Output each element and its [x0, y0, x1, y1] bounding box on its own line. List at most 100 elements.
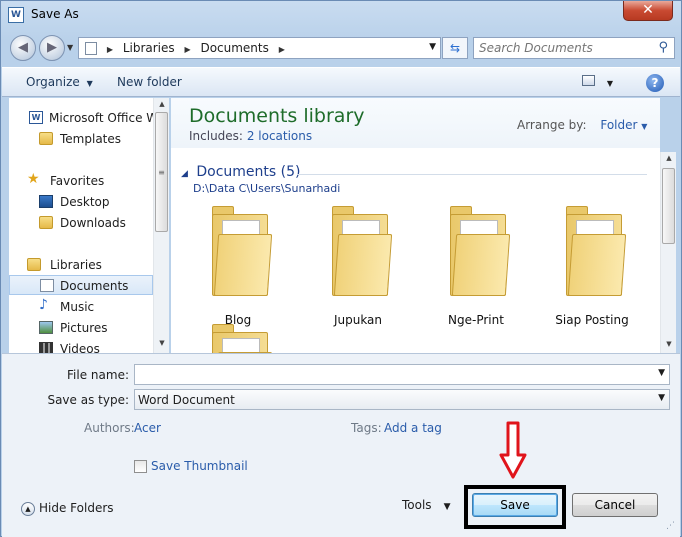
chevron-down-icon: ▼	[86, 79, 93, 88]
scroll-down-icon[interactable]: ▼	[154, 339, 170, 347]
nav-item-favorites[interactable]: ★ Favorites	[9, 171, 153, 191]
locations-link[interactable]: 2 locations	[247, 129, 312, 143]
file-name-field[interactable]: ▼	[134, 364, 670, 385]
chevron-down-icon: ▼	[443, 502, 451, 512]
folder-nge-print[interactable]: Nge-Print	[426, 206, 526, 327]
nav-item-libraries[interactable]: Libraries	[9, 255, 153, 275]
folder-icon	[212, 324, 273, 353]
content-scroll-thumb[interactable]	[662, 168, 675, 244]
star-icon: ★	[27, 171, 40, 187]
collapse-icon[interactable]: ◢	[181, 169, 188, 179]
search-input[interactable]	[477, 40, 647, 56]
folder-jupukan[interactable]: Jupukan	[308, 206, 408, 327]
folder-icon	[39, 132, 53, 145]
group-path: D:\Data C\Users\Sunarhadi	[193, 182, 341, 195]
view-icon	[582, 75, 595, 86]
save-type-select[interactable]: Word Document ▼	[134, 389, 670, 410]
arrange-label: Arrange by:	[517, 118, 587, 132]
nav-item-label: Templates	[60, 132, 122, 146]
hide-folders-button[interactable]: ▲ Hide Folders	[21, 501, 114, 516]
chevron-down-icon[interactable]: ▼	[658, 368, 665, 378]
save-type-label: Save as type:	[47, 393, 129, 407]
new-folder-button[interactable]: New folder	[117, 75, 182, 89]
file-list-pane: Documents library Includes: 2 locations …	[171, 98, 660, 353]
folder-icon	[85, 42, 97, 55]
close-button[interactable]: ✕	[623, 1, 673, 21]
arrange-by-dropdown[interactable]: Folder ▼	[600, 118, 647, 132]
nav-item-videos[interactable]: Videos	[9, 339, 153, 353]
title-bar: W Save As ✕	[1, 1, 681, 29]
refresh-button[interactable]: ⇆	[442, 37, 468, 59]
group-header[interactable]: ◢ Documents (5)	[181, 164, 300, 180]
address-dropdown-icon[interactable]: ▼	[429, 42, 436, 52]
file-name-input[interactable]	[137, 367, 618, 382]
tools-menu[interactable]: Tools ▼	[402, 498, 450, 512]
folder-icon	[450, 206, 511, 296]
documents-icon	[40, 279, 54, 292]
chevron-down-icon[interactable]: ▼	[658, 393, 665, 403]
save-thumbnail-label[interactable]: Save Thumbnail	[151, 459, 248, 473]
save-thumbnail-checkbox[interactable]	[134, 460, 147, 473]
window-title: Save As	[31, 7, 79, 21]
folder-siap-posting[interactable]: Siap Posting	[542, 206, 642, 327]
downloads-folder-icon	[39, 216, 53, 229]
nav-item-music[interactable]: ♪ Music	[9, 297, 153, 317]
folder-blog[interactable]: Blog	[188, 206, 288, 327]
chevron-up-icon: ▲	[21, 501, 35, 516]
folder-name: Jupukan	[333, 313, 383, 327]
authors-label: Authors:	[84, 421, 135, 435]
chevron-down-icon[interactable]: ▼	[607, 79, 613, 88]
search-box[interactable]: ⚲	[473, 37, 675, 59]
word-app-icon: W	[8, 7, 24, 23]
save-type-value: Word Document	[138, 393, 235, 407]
nav-item-label: Favorites	[50, 174, 105, 188]
arrange-value: Folder	[600, 118, 638, 132]
nav-item-templates[interactable]: Templates	[9, 129, 153, 149]
nav-item-pictures[interactable]: Pictures	[9, 318, 153, 338]
change-view-button[interactable]: ▼	[582, 75, 616, 91]
library-title: Documents library	[189, 105, 365, 127]
navigation-pane: W Microsoft Office Wo Templates ★ Favori…	[9, 98, 169, 353]
nav-item-office-templates[interactable]: W Microsoft Office Wo	[9, 108, 165, 128]
nav-item-label: Libraries	[50, 258, 102, 272]
chevron-right-icon[interactable]: ▶	[279, 45, 285, 54]
authors-value[interactable]: Acer	[134, 421, 161, 435]
forward-button[interactable]: ▶	[39, 35, 65, 61]
content-scrollbar[interactable]: ▲ ▼	[660, 152, 676, 353]
nav-item-documents[interactable]: Documents	[9, 275, 153, 295]
group-header-label: Documents (5)	[196, 164, 301, 180]
nav-item-label: Documents	[60, 279, 129, 293]
nav-scroll-thumb[interactable]: ≡	[155, 112, 168, 232]
scroll-up-icon[interactable]: ▲	[154, 100, 170, 108]
chevron-right-icon[interactable]: ▶	[107, 45, 113, 54]
chevron-right-icon[interactable]: ▶	[184, 45, 190, 54]
scroll-down-icon[interactable]: ▼	[661, 340, 677, 348]
organize-label: Organize	[26, 75, 80, 89]
scroll-up-icon[interactable]: ▲	[661, 154, 677, 162]
nav-item-label: Pictures	[60, 321, 108, 335]
back-button[interactable]: ◀	[10, 35, 36, 61]
folder-name: Siap Posting	[555, 313, 629, 327]
word-doc-icon: W	[29, 111, 43, 124]
help-button[interactable]: ?	[646, 74, 664, 92]
history-dropdown-icon[interactable]: ▼	[67, 43, 73, 52]
breadcrumb-documents[interactable]: Documents	[200, 41, 268, 55]
command-toolbar: Organize ▼ New folder ▼ ?	[2, 67, 680, 97]
resize-grip-icon[interactable]: ⋰	[666, 521, 675, 531]
nav-item-label: Music	[60, 300, 95, 314]
red-down-arrow-icon	[499, 421, 527, 479]
breadcrumb-libraries[interactable]: Libraries	[123, 41, 175, 55]
tags-value[interactable]: Add a tag	[384, 421, 442, 435]
save-highlight-box	[464, 485, 566, 529]
organize-menu[interactable]: Organize ▼	[26, 75, 93, 89]
pictures-icon	[39, 321, 53, 334]
cancel-button[interactable]: Cancel	[572, 493, 658, 517]
folder-partial[interactable]	[188, 324, 288, 353]
hide-folders-label: Hide Folders	[39, 501, 114, 515]
nav-item-desktop[interactable]: Desktop	[9, 192, 153, 212]
nav-item-downloads[interactable]: Downloads	[9, 213, 153, 233]
search-icon[interactable]: ⚲	[658, 40, 668, 55]
address-bar[interactable]: ▶ Libraries ▶ Documents ▶ ▼	[78, 37, 441, 59]
nav-scrollbar[interactable]: ▲ ≡ ▼	[153, 98, 169, 353]
save-as-dialog: W Save As ✕ ◀ ▶ ▼ ▶ Libraries ▶ Document…	[0, 0, 682, 537]
